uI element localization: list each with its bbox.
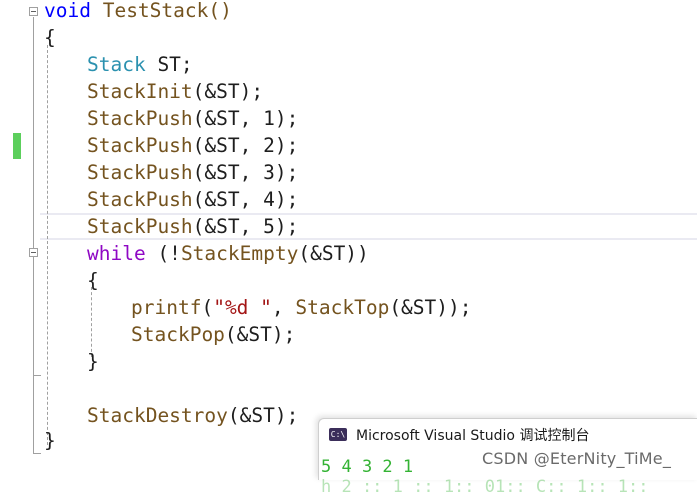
code-text: ( [201, 296, 214, 319]
string-literal: "%d " [213, 296, 272, 319]
code-line-12: printf("%d ", StackTop(&ST)); [131, 294, 472, 321]
code-line-3: Stack ST; [87, 51, 193, 78]
function-call: printf [131, 296, 202, 319]
code-line-5: StackPush(&ST, 1); [87, 105, 298, 132]
function-call: StackPush [87, 188, 193, 211]
function-call: StackTop [295, 296, 390, 319]
function-call: StackInit [87, 80, 193, 103]
function-call: StackPush [87, 134, 193, 157]
code-text: (&ST); [227, 404, 299, 427]
code-text: (&ST, 5); [192, 215, 299, 238]
code-line-1: void TestStack() [44, 0, 232, 24]
indent-guide-inner [91, 287, 92, 357]
brace: { [87, 269, 99, 292]
change-marker [13, 133, 21, 159]
console-output-faded: h 2 :: 1 :: 1:: 01:: C:: 1:: 1:: [321, 477, 649, 497]
code-line-14: } [87, 348, 99, 375]
code-line-13: StackPop(&ST); [131, 321, 295, 348]
code-line-10: while (!StackEmpty(&ST)) [87, 240, 369, 267]
code-line-4: StackInit(&ST); [87, 78, 263, 105]
function-name: TestStack() [90, 0, 232, 22]
function-call: StackPush [87, 107, 193, 130]
code-line-6: StackPush(&ST, 2); [87, 132, 298, 159]
code-editor[interactable]: void TestStack() { Stack ST; StackInit(&… [0, 0, 697, 479]
code-text: (&ST, 2); [192, 134, 299, 157]
function-call: StackDestroy [87, 404, 228, 427]
code-text: (&ST); [192, 80, 264, 103]
code-text: (&ST)) [298, 242, 369, 265]
code-text: ST; [145, 53, 193, 76]
code-line-7: StackPush(&ST, 3); [87, 159, 298, 186]
indent-guide [47, 45, 48, 445]
console-icon: C:\ [329, 428, 347, 441]
code-line-15: StackDestroy(&ST); [87, 402, 298, 429]
brace: } [87, 350, 99, 373]
console-title: Microsoft Visual Studio 调试控制台 [356, 428, 590, 444]
function-call: StackEmpty [180, 242, 299, 265]
function-call: StackPop [131, 323, 225, 346]
code-text: , [271, 296, 296, 319]
code-text: (&ST); [224, 323, 296, 346]
fold-line [33, 17, 34, 454]
code-line-11: { [87, 267, 99, 294]
keyword-void: void [44, 0, 91, 22]
fold-line-while-end [33, 375, 41, 377]
code-text: (&ST)); [389, 296, 472, 319]
type-name: Stack [87, 53, 146, 76]
code-line-8: StackPush(&ST, 4); [87, 186, 298, 213]
function-call: StackPush [87, 161, 193, 184]
code-line-2: { [44, 24, 56, 51]
keyword-while: while [87, 242, 146, 265]
brace: } [44, 429, 56, 452]
code-line-16: } [44, 427, 56, 454]
code-text: (&ST, 3); [192, 161, 299, 184]
code-line-9: StackPush(&ST, 5); [87, 213, 298, 240]
code-text: (&ST, 4); [192, 188, 299, 211]
watermark: CSDN @EterNity_TiMe_ [482, 449, 672, 468]
collapse-function-icon[interactable] [29, 7, 38, 16]
console-output: 5 4 3 2 1 [321, 457, 414, 477]
collapse-while-icon[interactable] [29, 248, 38, 257]
code-text: (! [145, 242, 181, 265]
function-call: StackPush [87, 215, 193, 238]
brace: { [44, 26, 56, 49]
fold-line-end [33, 453, 41, 455]
code-text: (&ST, 1); [192, 107, 299, 130]
